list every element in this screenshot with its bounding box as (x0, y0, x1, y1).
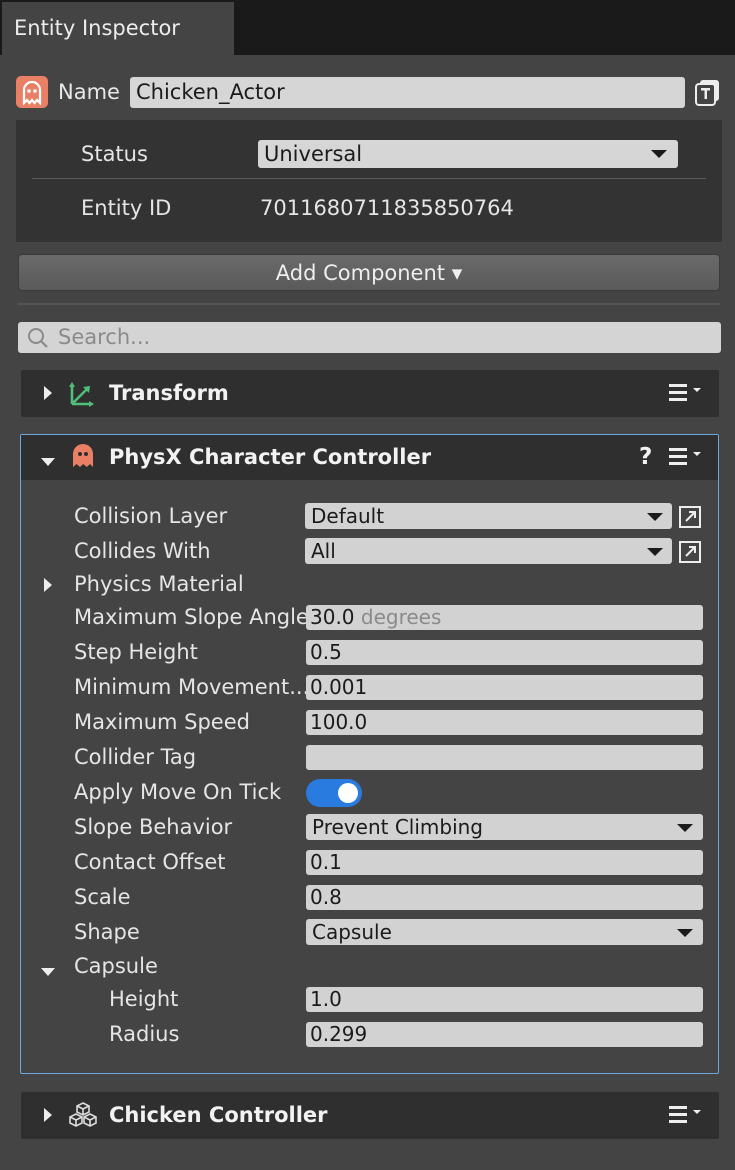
max-speed-input[interactable]: 100.0 (306, 710, 703, 735)
name-label: Name (58, 80, 120, 104)
slope-behavior-select[interactable]: Prevent Climbing (306, 814, 703, 840)
transform-title: Transform (109, 381, 229, 405)
min-movement-input[interactable]: 0.001 (306, 675, 703, 700)
expand-arrow-icon[interactable] (43, 1107, 53, 1127)
collider-tag-label: Collider Tag (74, 745, 197, 769)
ghost-entity-icon (16, 76, 48, 108)
entity-id-label: Entity ID (81, 196, 172, 220)
collider-tag-input[interactable] (306, 745, 703, 770)
collapse-arrow-icon[interactable] (40, 452, 56, 471)
physics-material-label[interactable]: Physics Material (74, 569, 244, 599)
divider (18, 303, 720, 305)
expand-arrow-icon[interactable] (43, 385, 53, 405)
tab-entity-inspector[interactable]: Entity Inspector (2, 2, 234, 55)
min-movement-label: Minimum Movement... (74, 675, 310, 699)
apply-move-on-tick-label: Apply Move On Tick (74, 780, 282, 804)
slope-behavior-value: Prevent Climbing (312, 815, 483, 839)
collision-layer-value: Default (311, 504, 385, 528)
component-menu-icon[interactable] (669, 382, 701, 404)
entity-name-input[interactable]: Chicken_Actor (130, 77, 685, 108)
shape-value: Capsule (312, 920, 392, 944)
scale-input[interactable]: 0.8 (306, 885, 703, 910)
physx-title: PhysX Character Controller (109, 445, 432, 469)
capsule-height-input[interactable]: 1.0 (306, 987, 703, 1012)
slope-behavior-label: Slope Behavior (74, 815, 233, 839)
component-menu-icon[interactable] (669, 1104, 701, 1126)
status-select[interactable]: Universal (258, 140, 678, 168)
chevron-down-icon (677, 929, 693, 937)
toggle-knob (338, 783, 358, 803)
component-menu-icon[interactable] (669, 446, 701, 468)
chevron-down-icon (677, 824, 693, 832)
capsule-radius-label: Radius (109, 1022, 180, 1046)
max-slope-angle-unit: degrees (360, 605, 442, 629)
divider (32, 178, 706, 179)
capsule-height-label: Height (109, 987, 179, 1011)
contact-offset-input[interactable]: 0.1 (306, 850, 703, 875)
capsule-label[interactable]: Capsule (74, 951, 158, 981)
step-height-label: Step Height (74, 640, 198, 664)
collapse-arrow-icon[interactable] (40, 962, 56, 981)
open-editor-icon[interactable] (678, 505, 702, 533)
pin-icon[interactable] (695, 78, 721, 106)
collides-with-select[interactable]: All (305, 538, 672, 564)
max-speed-label: Maximum Speed (74, 710, 250, 734)
shape-select[interactable]: Capsule (306, 919, 703, 945)
search-placeholder: Search... (58, 325, 151, 349)
step-height-input[interactable]: 0.5 (306, 640, 703, 665)
contact-offset-label: Contact Offset (74, 850, 226, 874)
search-icon (27, 327, 49, 349)
max-slope-angle-input[interactable]: 30.0 degrees (306, 605, 703, 630)
chevron-down-icon (647, 548, 663, 556)
chicken-controller-title: Chicken Controller (109, 1103, 328, 1127)
open-editor-icon[interactable] (678, 540, 702, 568)
max-slope-angle-value: 30.0 (310, 605, 355, 629)
status-label: Status (81, 142, 148, 166)
collides-with-label: Collides With (74, 539, 211, 563)
shape-label: Shape (74, 920, 140, 944)
collision-layer-select[interactable]: Default (305, 503, 672, 529)
expand-arrow-icon[interactable] (43, 577, 53, 597)
collides-with-value: All (311, 539, 336, 563)
chevron-down-icon (651, 150, 667, 158)
component-cubes-icon (68, 1101, 98, 1133)
capsule-radius-input[interactable]: 0.299 (306, 1022, 703, 1047)
scale-label: Scale (74, 885, 131, 909)
help-icon[interactable]: ? (639, 434, 652, 481)
collision-layer-label: Collision Layer (74, 504, 228, 528)
entity-id-value: 7011680711835850764 (260, 196, 514, 220)
transform-icon (68, 378, 98, 412)
status-value: Universal (264, 142, 363, 166)
max-slope-angle-label: Maximum Slope Angle (74, 605, 309, 629)
chevron-down-icon (647, 513, 663, 521)
add-component-button[interactable]: Add Component ▾ (18, 254, 720, 291)
ghost-component-icon (70, 443, 96, 473)
